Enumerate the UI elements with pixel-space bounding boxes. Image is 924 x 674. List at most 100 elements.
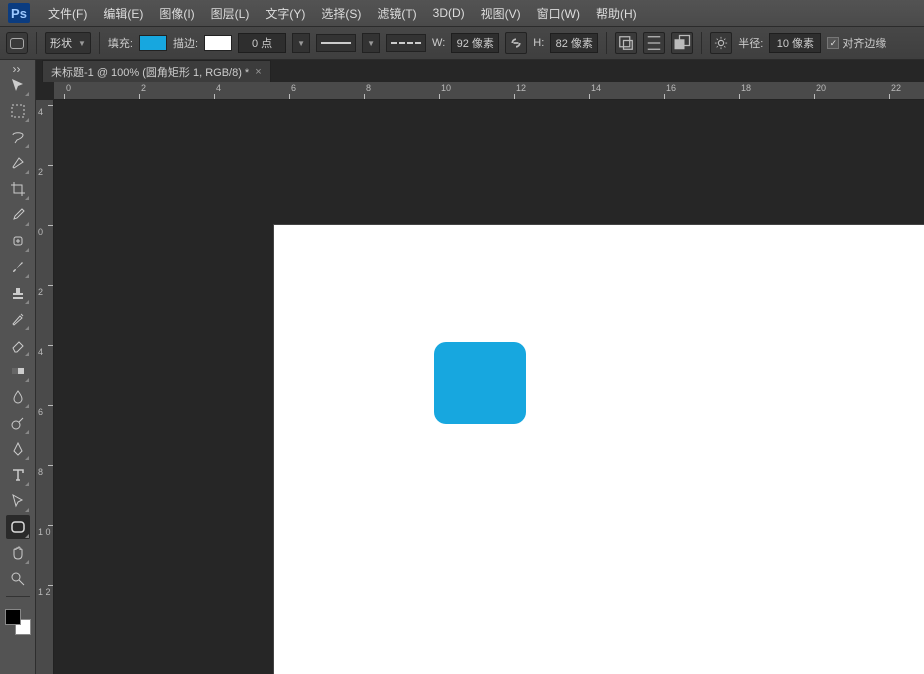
stroke-size-dropdown[interactable]: ▼ <box>292 33 310 53</box>
tool-dodge[interactable] <box>6 411 30 435</box>
tool-marquee[interactable] <box>6 99 30 123</box>
gear-icon[interactable] <box>710 32 732 54</box>
toolbox-divider <box>6 596 30 597</box>
shape-mode-value: 形状 <box>50 35 72 51</box>
ruler-vertical: 4 2 0 2 4 6 8 1 0 1 2 <box>36 100 54 674</box>
ruler-tick-label: 1 0 <box>38 527 51 537</box>
toolbox-grip[interactable]: ›› <box>13 62 23 68</box>
align-edges-checkbox[interactable]: ✓ 对齐边缘 <box>827 35 886 51</box>
menu-layer[interactable]: 图层(L) <box>203 1 258 26</box>
menu-select[interactable]: 选择(S) <box>313 1 369 26</box>
ruler-tick-label: 4 <box>38 107 43 117</box>
tool-hand[interactable] <box>6 541 30 565</box>
width-label: W: <box>432 37 445 49</box>
radius-input[interactable] <box>769 33 821 53</box>
tool-stamp[interactable] <box>6 281 30 305</box>
menu-view[interactable]: 视图(V) <box>473 1 529 26</box>
ruler-tick-label: 4 <box>216 83 221 93</box>
ruler-tick-label: 2 <box>38 287 43 297</box>
tool-eraser[interactable] <box>6 333 30 357</box>
menu-3d[interactable]: 3D(D) <box>425 2 473 24</box>
separator <box>36 32 37 54</box>
menu-type[interactable]: 文字(Y) <box>257 1 313 26</box>
canvas[interactable] <box>274 225 924 674</box>
align-edges-label: 对齐边缘 <box>842 35 886 51</box>
path-align-icon[interactable] <box>643 32 665 54</box>
ruler-tick-label: 2 <box>38 167 43 177</box>
menu-file[interactable]: 文件(F) <box>40 1 95 26</box>
options-bar: 形状▼ 填充: 描边: ▼ ▼ W: H: 半径: ✓ 对齐边缘 <box>0 26 924 60</box>
separator <box>99 32 100 54</box>
radius-label: 半径: <box>738 35 763 51</box>
foreground-color-swatch[interactable] <box>5 609 21 625</box>
separator <box>606 32 607 54</box>
menu-help[interactable]: 帮助(H) <box>588 1 645 26</box>
tool-brush[interactable] <box>6 255 30 279</box>
tool-quick-select[interactable] <box>6 151 30 175</box>
document-area: 未标题-1 @ 100% (圆角矩形 1, RGB/8) * × 0 2 4 6… <box>36 60 924 674</box>
tool-lasso[interactable] <box>6 125 30 149</box>
checkmark-icon: ✓ <box>827 37 839 49</box>
shape-mode-select[interactable]: 形状▼ <box>45 32 91 54</box>
workspace: ›› 未标题-1 @ 100% (圆角矩形 1, RGB/8) * × <box>0 60 924 674</box>
tool-gradient[interactable] <box>6 359 30 383</box>
ruler-tick-label: 4 <box>38 347 43 357</box>
tool-crop[interactable] <box>6 177 30 201</box>
ruler-tick-label: 10 <box>441 83 451 93</box>
toolbox: ›› <box>0 60 36 674</box>
ruler-tick-label: 8 <box>38 467 43 477</box>
menu-bar: Ps 文件(F) 编辑(E) 图像(I) 图层(L) 文字(Y) 选择(S) 滤… <box>0 0 924 26</box>
ruler-tick-label: 2 <box>141 83 146 93</box>
ruler-tick-label: 8 <box>366 83 371 93</box>
ruler-tick-label: 22 <box>891 83 901 93</box>
ruler-tick-label: 6 <box>291 83 296 93</box>
ruler-tick-label: 1 2 <box>38 587 51 597</box>
app-logo: Ps <box>8 3 30 23</box>
ruler-tick-label: 0 <box>38 227 43 237</box>
menu-filter[interactable]: 滤镜(T) <box>369 1 424 26</box>
link-wh-icon[interactable] <box>505 32 527 54</box>
tool-path-select[interactable] <box>6 489 30 513</box>
tool-eyedropper[interactable] <box>6 203 30 227</box>
close-icon[interactable]: × <box>255 66 261 78</box>
tool-pen[interactable] <box>6 437 30 461</box>
path-arrange-icon[interactable] <box>671 32 693 54</box>
menu-image[interactable]: 图像(I) <box>151 1 202 26</box>
height-label: H: <box>533 37 544 49</box>
tool-history-brush[interactable] <box>6 307 30 331</box>
path-op-combine-icon[interactable] <box>615 32 637 54</box>
tool-zoom[interactable] <box>6 567 30 591</box>
color-swatches[interactable] <box>5 609 31 635</box>
tool-type[interactable] <box>6 463 30 487</box>
separator <box>701 32 702 54</box>
tool-preset-icon[interactable] <box>6 32 28 54</box>
menu-edit[interactable]: 编辑(E) <box>95 1 151 26</box>
ruler-tick-label: 12 <box>516 83 526 93</box>
tool-blur[interactable] <box>6 385 30 409</box>
stroke-style-solid[interactable] <box>316 34 356 52</box>
fill-swatch[interactable] <box>139 35 167 51</box>
menu-window[interactable]: 窗口(W) <box>529 1 588 26</box>
height-input[interactable] <box>550 33 598 53</box>
document-tab-title: 未标题-1 @ 100% (圆角矩形 1, RGB/8) * <box>51 64 249 80</box>
canvas-viewport[interactable] <box>54 100 924 674</box>
tool-healing[interactable] <box>6 229 30 253</box>
stroke-size-input[interactable] <box>238 33 286 53</box>
tool-rounded-rectangle[interactable] <box>6 515 30 539</box>
ruler-horizontal: 0 2 4 6 8 10 12 14 16 18 20 22 <box>54 82 924 100</box>
ruler-tick-label: 20 <box>816 83 826 93</box>
stroke-style-dashed[interactable] <box>386 34 426 52</box>
ruler-tick-label: 18 <box>741 83 751 93</box>
stroke-style-dropdown[interactable]: ▼ <box>362 33 380 53</box>
tool-move[interactable] <box>6 73 30 97</box>
fill-label: 填充: <box>108 35 133 51</box>
width-input[interactable] <box>451 33 499 53</box>
stroke-label: 描边: <box>173 35 198 51</box>
document-tab[interactable]: 未标题-1 @ 100% (圆角矩形 1, RGB/8) * × <box>42 60 271 82</box>
rounded-rectangle-shape[interactable] <box>434 342 526 424</box>
stroke-swatch[interactable] <box>204 35 232 51</box>
ruler-tick-label: 0 <box>66 83 71 93</box>
ruler-tick-label: 6 <box>38 407 43 417</box>
ruler-tick-label: 16 <box>666 83 676 93</box>
ruler-tick-label: 14 <box>591 83 601 93</box>
